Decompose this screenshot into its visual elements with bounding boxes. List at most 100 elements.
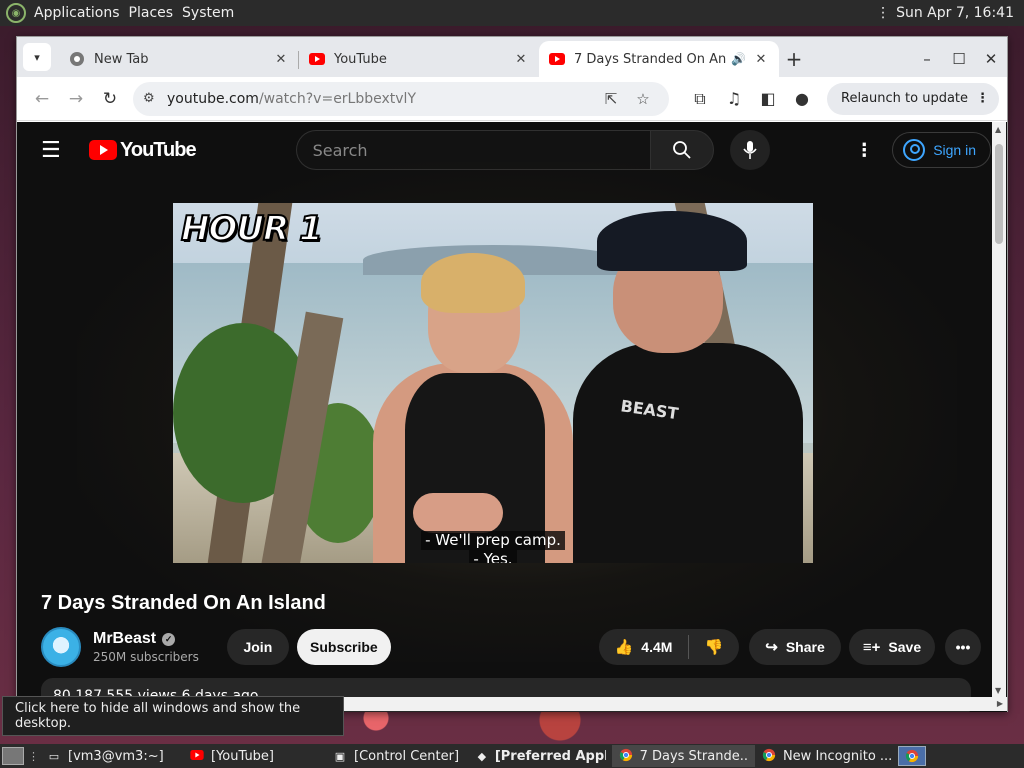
hamburger-menu-icon[interactable]: ☰ xyxy=(41,138,81,163)
more-horizontal-icon: ••• xyxy=(955,639,971,655)
person-left-hands xyxy=(413,493,503,533)
open-in-app-icon[interactable]: ⇱ xyxy=(595,90,627,108)
page-viewport: ☰ YouTube Search ⋮ Sign in BEAST HOUR 1 … xyxy=(17,122,1007,712)
tab-title: YouTube xyxy=(334,51,387,67)
url-host: youtube.com xyxy=(167,90,259,107)
save-button[interactable]: ≡+ Save xyxy=(849,629,935,665)
owner-row: MrBeast ✓ 250M subscribers Join Subscribe… xyxy=(41,627,981,667)
plus-icon: + xyxy=(785,47,803,71)
show-desktop-button[interactable] xyxy=(2,747,24,765)
chrome-icon xyxy=(618,748,634,765)
scroll-right-icon[interactable]: ▶ xyxy=(997,699,1003,708)
preferences-icon: ◆ xyxy=(477,749,487,763)
close-icon[interactable]: ✕ xyxy=(273,52,289,67)
url-text[interactable]: youtube.com/watch?v=erLbbextvlY xyxy=(167,91,595,107)
top-panel: ◉ Applications Places System ⋮ Sun Apr 7… xyxy=(0,0,1024,26)
taskbar-item-label: 7 Days Strande... xyxy=(639,748,749,764)
media-controls-icon[interactable]: ♫ xyxy=(717,89,751,108)
scrollbar-thumb[interactable] xyxy=(995,144,1003,244)
person-right-cap xyxy=(597,211,747,271)
channel-name[interactable]: MrBeast xyxy=(93,630,156,648)
new-tab-button[interactable]: + xyxy=(779,41,809,77)
bookmark-star-icon[interactable]: ☆ xyxy=(627,90,659,108)
menu-applications[interactable]: Applications xyxy=(34,5,129,21)
playlist-add-icon: ≡+ xyxy=(862,638,881,656)
join-button[interactable]: Join xyxy=(226,629,289,665)
taskbar-item-preferred-apps[interactable]: ◆ [Preferred Appl... xyxy=(469,745,612,767)
taskbar-item-control-center[interactable]: ▣ [Control Center] xyxy=(326,745,469,767)
thumbs-up-icon: 👍 xyxy=(614,639,634,656)
microphone-icon xyxy=(742,141,757,159)
taskbar-item-youtube[interactable]: [YouTube] xyxy=(183,745,326,767)
youtube-play-icon xyxy=(89,140,117,160)
like-button[interactable]: 👍 4.4M xyxy=(599,635,689,659)
dislike-button[interactable]: 👎 xyxy=(689,638,739,656)
share-label: Share xyxy=(785,639,825,655)
browser-toolbar: ← → ↻ ⚙ youtube.com/watch?v=erLbbextvlY … xyxy=(17,77,1007,121)
share-button[interactable]: ↪ Share xyxy=(749,629,841,665)
scroll-up-icon[interactable]: ▲ xyxy=(995,125,1001,134)
distro-logo-icon[interactable]: ◉ xyxy=(6,3,26,23)
tab-youtube[interactable]: YouTube ✕ xyxy=(299,41,539,77)
clock[interactable]: Sun Apr 7, 16:41 xyxy=(896,5,1014,21)
caption-line: - Yes. xyxy=(469,550,517,563)
sign-in-label: Sign in xyxy=(933,142,976,158)
close-window-icon[interactable]: ✕ xyxy=(975,50,1007,68)
channel-avatar[interactable] xyxy=(41,627,81,667)
thumbs-down-icon: 👎 xyxy=(704,639,724,656)
youtube-logo[interactable]: YouTube xyxy=(89,138,197,162)
address-bar[interactable]: ⚙ youtube.com/watch?v=erLbbextvlY ⇱ ☆ xyxy=(133,81,669,116)
youtube-logo-text: YouTube xyxy=(120,138,197,161)
back-button[interactable]: ← xyxy=(25,83,59,115)
subscribe-button[interactable]: Subscribe xyxy=(296,629,391,665)
close-icon[interactable]: ✕ xyxy=(753,52,769,67)
vertical-scrollbar[interactable]: ▲ ▼ xyxy=(992,122,1006,697)
youtube-icon xyxy=(309,51,325,67)
person-left-hair xyxy=(421,253,525,313)
terminal-icon: ▭ xyxy=(48,749,60,763)
taskbar-item-label: [vm3@vm3:~] xyxy=(68,748,164,764)
menu-kebab-icon: ⋮ xyxy=(976,91,990,106)
extensions-icon[interactable]: ⧉ xyxy=(683,89,717,109)
more-actions-button[interactable]: ••• xyxy=(945,629,981,665)
tab-new-tab[interactable]: New Tab ✕ xyxy=(59,41,299,77)
person-right-body xyxy=(573,343,803,563)
maximize-icon[interactable]: ☐ xyxy=(943,50,975,68)
scroll-down-icon[interactable]: ▼ xyxy=(995,686,1001,695)
browser-window: ▾ New Tab ✕ YouTube ✕ 7 Days Stranded On… xyxy=(16,36,1008,712)
taskbar-grip-icon: ⋮ xyxy=(28,749,39,763)
video-overlay-label: HOUR 1 xyxy=(180,208,324,250)
panel-kebab-icon[interactable]: ⋮ xyxy=(876,5,890,21)
taskbar-item-terminal[interactable]: ▭ [vm3@vm3:~] xyxy=(40,745,183,767)
reload-button[interactable]: ↻ xyxy=(93,83,127,115)
speaker-icon[interactable]: 🔊 xyxy=(731,52,747,66)
save-label: Save xyxy=(888,639,922,655)
verified-badge-icon: ✓ xyxy=(162,632,176,646)
menu-system[interactable]: System xyxy=(182,5,243,21)
settings-kebab-icon[interactable]: ⋮ xyxy=(844,140,884,161)
control-center-icon: ▣ xyxy=(334,749,346,763)
taskbar-item-incognito[interactable]: New Incognito ... xyxy=(755,745,898,767)
relaunch-update-button[interactable]: Relaunch to update ⋮ xyxy=(827,82,1000,115)
taskbar-item-label: [YouTube] xyxy=(211,748,275,764)
chevron-down-icon: ▾ xyxy=(34,50,40,64)
taskbar-item-label: New Incognito ... xyxy=(782,748,892,764)
close-icon[interactable]: ✕ xyxy=(513,52,529,67)
relaunch-label: Relaunch to update xyxy=(841,91,969,106)
taskbar-item-chrome-video[interactable]: 7 Days Strande... xyxy=(612,745,755,767)
channel-info: MrBeast ✓ 250M subscribers xyxy=(93,630,199,664)
share-icon: ↪ xyxy=(765,639,778,656)
tray-chrome-icon[interactable] xyxy=(898,746,926,766)
tab-video-active[interactable]: 7 Days Stranded On An Is 🔊 ✕ xyxy=(539,41,779,77)
side-panel-icon[interactable]: ◧ xyxy=(751,89,785,108)
site-info-icon[interactable]: ⚙ xyxy=(143,91,167,106)
profile-icon[interactable]: ● xyxy=(785,89,819,108)
taskbar: ⋮ ▭ [vm3@vm3:~] [YouTube] ▣ [Control Cen… xyxy=(0,744,1024,768)
search-icon xyxy=(672,141,691,159)
subscriber-count: 250M subscribers xyxy=(93,650,199,664)
forward-button[interactable]: → xyxy=(59,83,93,115)
menu-places[interactable]: Places xyxy=(129,5,183,21)
video-player[interactable]: BEAST HOUR 1 - We'll prep camp. - Yes. xyxy=(173,203,813,563)
tab-search-button[interactable]: ▾ xyxy=(23,43,51,71)
minimize-icon[interactable]: – xyxy=(911,50,943,68)
